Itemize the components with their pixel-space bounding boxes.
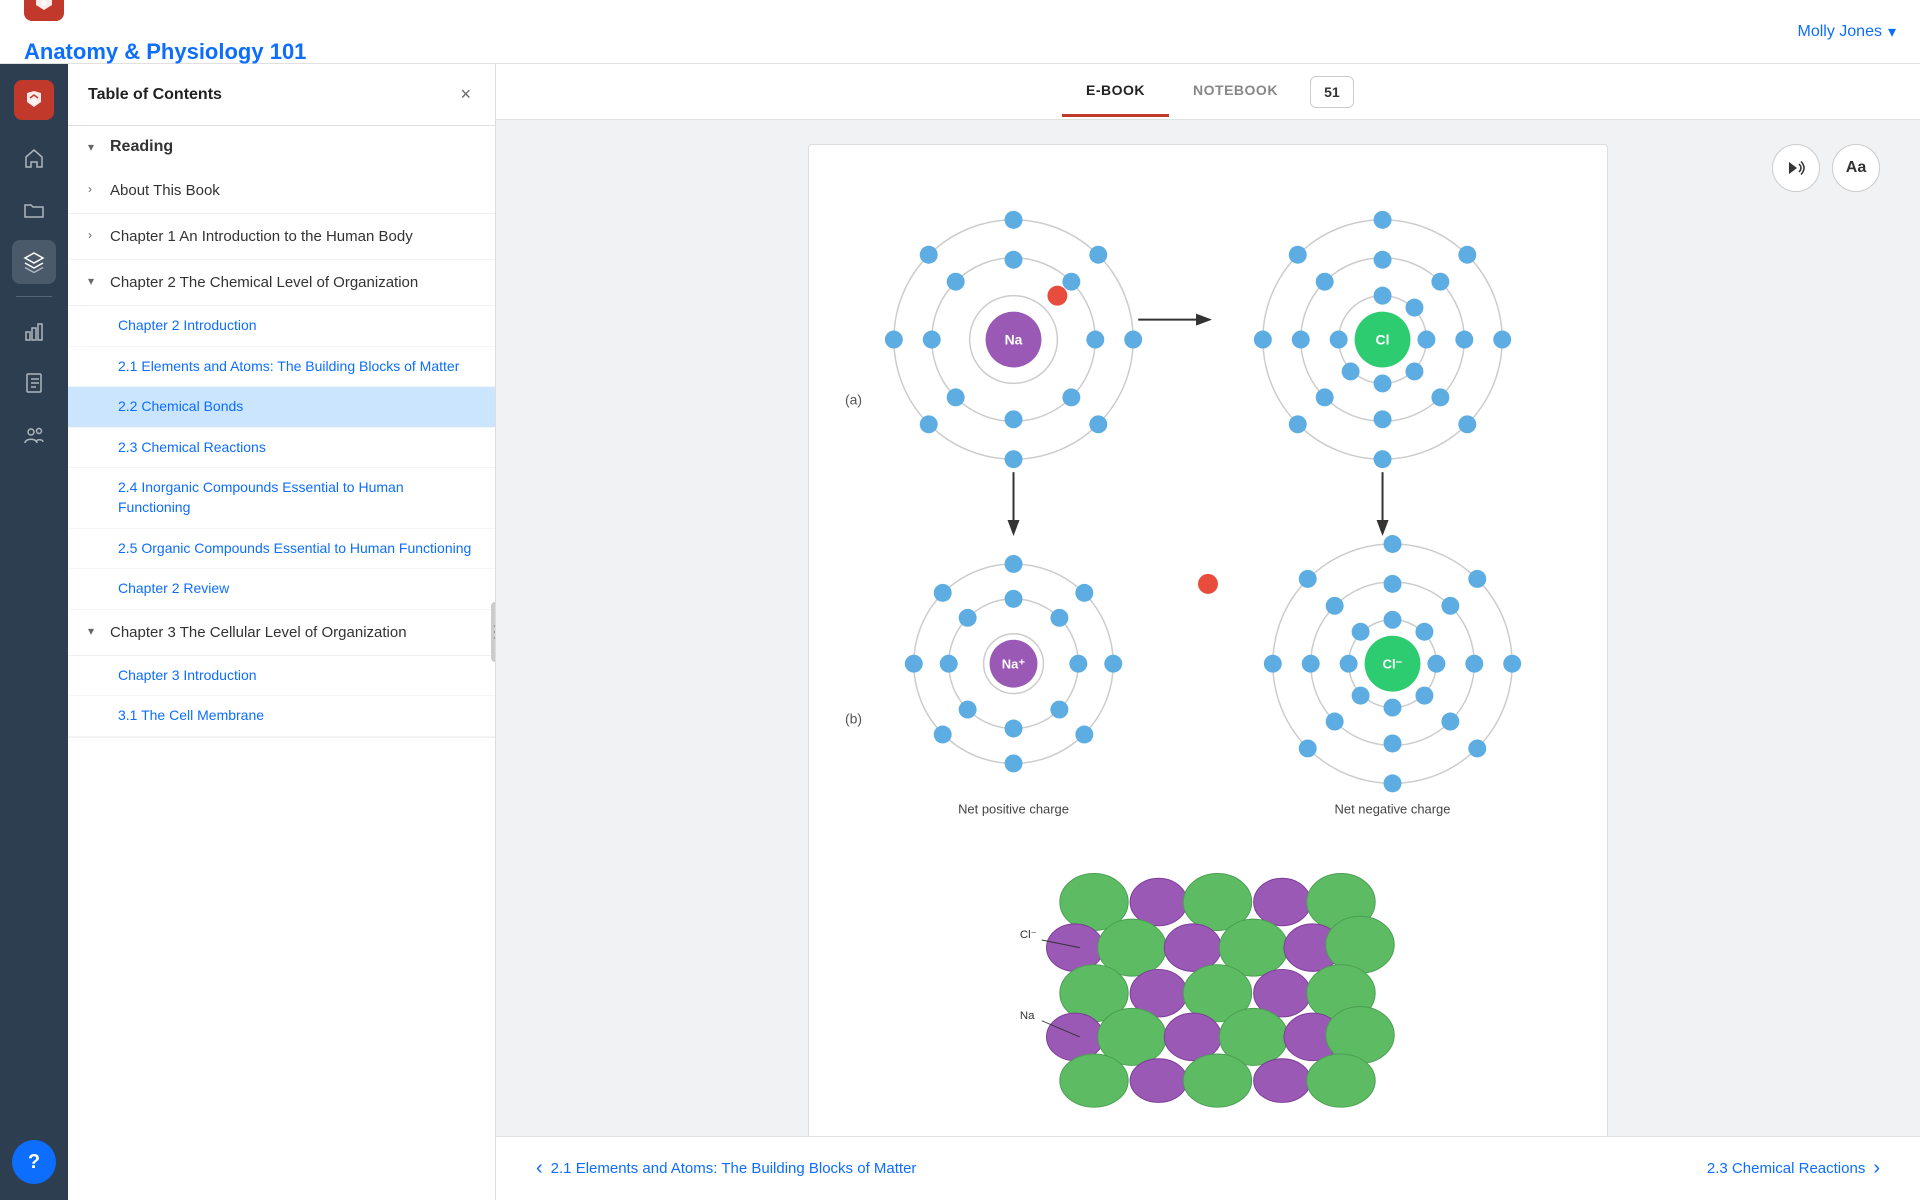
content-scroll: Aa (a) Na — [496, 120, 1920, 1136]
toc-close-button[interactable]: × — [456, 80, 475, 109]
course-title: Anatomy & Physiology 101 — [24, 39, 306, 65]
toc-ch2-2-2[interactable]: 2.2 Chemical Bonds — [68, 387, 495, 428]
cl-ion-bottom: Cl⁻ — [1264, 535, 1521, 792]
user-chevron: ▾ — [1888, 22, 1896, 42]
net-positive-label: Net positive charge — [958, 801, 1069, 816]
toc-panel: Table of Contents × ▾ Reading › About Th… — [68, 64, 496, 1200]
reading-chevron: ▾ — [88, 140, 102, 154]
ch3-label: Chapter 3 The Cellular Level of Organiza… — [110, 622, 407, 643]
ch1-chevron: › — [88, 228, 102, 242]
svg-text:Cl⁻: Cl⁻ — [1383, 657, 1403, 672]
sidebar-divider — [16, 296, 52, 297]
crystal-diagram-container: Cl⁻ Na — [829, 848, 1587, 1124]
toc-reading-header[interactable]: ▾ Reading — [68, 126, 495, 168]
tab-ebook[interactable]: E-book — [1062, 66, 1169, 117]
ch1-label: Chapter 1 An Introduction to the Human B… — [110, 226, 413, 247]
svg-text:Cl: Cl — [1376, 332, 1390, 348]
next-nav-link[interactable]: 2.3 Chemical Reactions › — [1707, 1157, 1880, 1180]
next-arrow: › — [1873, 1157, 1880, 1180]
user-name: Molly Jones — [1797, 23, 1881, 41]
net-negative-label: Net negative charge — [1335, 801, 1451, 816]
ch2-chevron: ▾ — [88, 274, 102, 288]
toc-ch2-review[interactable]: Chapter 2 Review — [68, 569, 495, 610]
main-layout: ? Table of Contents × ▾ Reading › About … — [0, 64, 1920, 1200]
toc-ch2-2-1[interactable]: 2.1 Elements and Atoms: The Building Blo… — [68, 347, 495, 388]
reading-controls: Aa — [1772, 144, 1880, 192]
na-atom-top: Na — [885, 211, 1208, 468]
sidebar-layers[interactable] — [12, 240, 56, 284]
toc-ch3-intro[interactable]: Chapter 3 Introduction — [68, 656, 495, 697]
svg-text:Na: Na — [1005, 332, 1023, 348]
help-button[interactable]: ? — [12, 1140, 56, 1184]
prev-label: 2.1 Elements and Atoms: The Building Blo… — [551, 1160, 917, 1177]
tab-notebook[interactable]: NOTEBOOK — [1169, 66, 1302, 117]
sidebar-folder[interactable] — [12, 188, 56, 232]
prev-arrow: ‹ — [536, 1157, 543, 1180]
toc-ch2-2-5[interactable]: 2.5 Organic Compounds Essential to Human… — [68, 529, 495, 570]
toc-about-header[interactable]: › About This Book — [68, 168, 495, 214]
app-logo — [24, 0, 64, 21]
cl-atom-top: Cl — [1254, 211, 1511, 468]
label-b: (b) — [845, 711, 862, 727]
sidebar-chart[interactable] — [12, 309, 56, 353]
sidebar-home[interactable] — [12, 136, 56, 180]
label-a: (a) — [845, 391, 862, 407]
toc-section-reading: ▾ Reading › About This Book › Chapter 1 … — [68, 126, 495, 738]
na-ion-bottom: Na⁺ — [905, 555, 1122, 772]
sidebar-notebook[interactable] — [12, 361, 56, 405]
audio-button[interactable] — [1772, 144, 1820, 192]
chemical-bonds-diagram: (a) Na — [829, 165, 1587, 843]
sidebar-bottom: ? — [12, 1140, 56, 1184]
top-header: Anatomy & Physiology 101 MWF 9:00 AM-10:… — [0, 0, 1920, 64]
content-area: E-book NOTEBOOK 51 Aa — [496, 64, 1920, 1200]
toc-header: Table of Contents × — [68, 64, 495, 126]
nacl-crystal-diagram: Cl⁻ Na — [1018, 864, 1398, 1111]
toc-list: ▾ Reading › About This Book › Chapter 1 … — [68, 126, 495, 1200]
next-label: 2.3 Chemical Reactions — [1707, 1160, 1865, 1177]
ch3-chevron: ▾ — [88, 624, 102, 638]
toc-ch2-intro[interactable]: Chapter 2 Introduction — [68, 306, 495, 347]
ch2-label: Chapter 2 The Chemical Level of Organiza… — [110, 272, 418, 293]
svg-text:Na⁺: Na⁺ — [1002, 657, 1026, 672]
toc-ch1-header[interactable]: › Chapter 1 An Introduction to the Human… — [68, 214, 495, 260]
sidebar-people[interactable] — [12, 413, 56, 457]
svg-text:Na: Na — [1020, 1010, 1035, 1022]
moving-electron — [1198, 574, 1218, 594]
font-icon: Aa — [1846, 159, 1866, 177]
bottom-nav: ‹ 2.1 Elements and Atoms: The Building B… — [496, 1136, 1920, 1200]
toc-title: Table of Contents — [88, 86, 222, 104]
user-menu[interactable]: Molly Jones ▾ — [1797, 22, 1896, 42]
about-label: About This Book — [110, 180, 220, 201]
prev-nav-link[interactable]: ‹ 2.1 Elements and Atoms: The Building B… — [536, 1157, 916, 1180]
toc-ch3-3-1[interactable]: 3.1 The Cell Membrane — [68, 696, 495, 737]
svg-text:Cl⁻: Cl⁻ — [1020, 929, 1037, 941]
tab-badge[interactable]: 51 — [1310, 76, 1354, 108]
sidebar-logo — [14, 80, 54, 120]
ebook-content: (a) Na — [808, 144, 1608, 1136]
content-tabs: E-book NOTEBOOK 51 — [496, 64, 1920, 120]
toc-ch2-2-4[interactable]: 2.4 Inorganic Compounds Essential to Hum… — [68, 468, 495, 528]
font-button[interactable]: Aa — [1832, 144, 1880, 192]
ch3-sub-items: Chapter 3 Introduction 3.1 The Cell Memb… — [68, 656, 495, 737]
about-chevron: › — [88, 182, 102, 196]
reading-label: Reading — [110, 138, 173, 156]
toc-ch2-2-3[interactable]: 2.3 Chemical Reactions — [68, 428, 495, 469]
ch2-sub-items: Chapter 2 Introduction 2.1 Elements and … — [68, 306, 495, 610]
toc-ch3-header[interactable]: ▾ Chapter 3 The Cellular Level of Organi… — [68, 610, 495, 656]
toc-ch2-header[interactable]: ▾ Chapter 2 The Chemical Level of Organi… — [68, 260, 495, 306]
icon-sidebar: ? — [0, 64, 68, 1200]
